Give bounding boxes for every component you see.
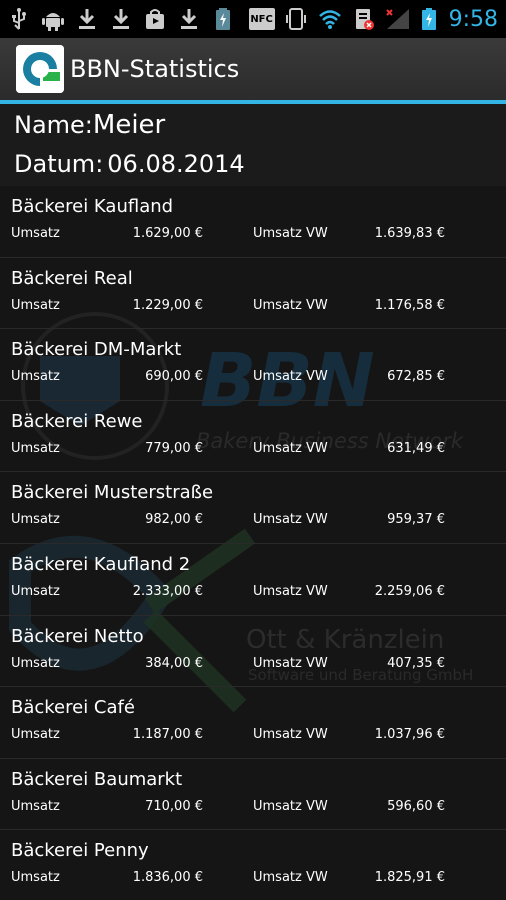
umsatz-vw-value: 1.176,58 € — [374, 297, 445, 313]
status-bar: NFC 9:58 — [0, 0, 506, 38]
battery-small-icon — [216, 8, 230, 30]
branch-name: Bäckerei Kaufland 2 — [11, 553, 191, 575]
umsatz-vw-value: 1.037,96 € — [374, 727, 445, 743]
date-value: 06.08.2014 — [107, 150, 245, 178]
name-value: Meier — [92, 110, 166, 140]
android-icon — [42, 13, 64, 31]
umsatz-value: 982,00 € — [145, 512, 203, 528]
battery-charging-icon — [421, 8, 436, 30]
clock-time: 9:58 — [448, 6, 498, 32]
name-row: Name: Meier — [14, 110, 165, 140]
umsatz-vw-value: 2.259,06 € — [374, 583, 445, 599]
phone-vibrate-icon — [285, 8, 306, 30]
umsatz-value: 690,00 € — [145, 369, 203, 385]
sim-error-icon — [355, 9, 374, 30]
branch-name: Bäckerei Café — [11, 697, 135, 719]
app-logo-icon[interactable] — [16, 45, 64, 93]
list-item[interactable]: Bäckerei Rewe Umsatz 779,00 € Umsatz VW 631,… — [0, 401, 506, 473]
report-header: Name: Meier Datum: 06.08.2014 — [0, 104, 506, 186]
umsatz-vw-value: 631,49 € — [387, 440, 445, 456]
list-item[interactable]: Bäckerei Musterstraße Umsatz 982,00 € Umsat… — [0, 472, 506, 544]
nfc-label: NFC — [250, 13, 273, 25]
name-label: Name: — [14, 111, 93, 139]
umsatz-vw-value: 407,35 € — [387, 655, 445, 671]
list-item[interactable]: Bäckerei Real Umsatz 1.229,00 € Umsatz VW 1.… — [0, 258, 506, 330]
date-row: Datum: 06.08.2014 — [14, 150, 245, 178]
list-item[interactable]: Bäckerei Baumarkt Umsatz 710,00 € Umsatz VW… — [0, 759, 506, 831]
umsatz-value: 1.229,00 € — [132, 297, 203, 313]
branch-name: Bäckerei DM-Markt — [11, 339, 182, 361]
umsatz-vw-value: 959,37 € — [387, 512, 445, 528]
list-item[interactable]: Bäckerei Penny Umsatz 1.836,00 € Umsatz VW 1… — [0, 830, 506, 900]
umsatz-vw-value: 1.639,83 € — [374, 226, 445, 241]
shopping-bag-icon — [146, 9, 164, 29]
download-icon — [113, 9, 129, 29]
umsatz-value: 2.333,00 € — [132, 583, 203, 599]
umsatz-vw-value: 672,85 € — [387, 369, 445, 385]
list-item[interactable]: Bäckerei Kaufland 2 Umsatz 2.333,00 € Umsat… — [0, 544, 506, 616]
branch-name: Bäckerei Musterstraße — [11, 482, 214, 504]
umsatz-value: 1.836,00 € — [132, 870, 203, 886]
nfc-icon: NFC — [248, 8, 275, 30]
branch-name: Bäckerei Penny — [11, 840, 149, 862]
umsatz-value: 779,00 € — [145, 440, 203, 456]
date-label: Datum: — [14, 150, 104, 178]
umsatz-value: 1.187,00 € — [132, 727, 203, 743]
list-item[interactable]: Bäckerei Café Umsatz 1.187,00 € Umsatz VW 1.… — [0, 687, 506, 759]
branch-name: Bäckerei Netto — [11, 625, 144, 647]
download-icon — [181, 9, 197, 29]
umsatz-vw-value: 596,60 € — [387, 798, 445, 814]
umsatz-value: 710,00 € — [145, 798, 203, 814]
download-icon — [79, 9, 95, 29]
signal-icon — [385, 9, 409, 29]
list-items: Bäckerei Kaufland Umsatz 1.629,00 € Umsatz … — [0, 186, 506, 900]
branch-name: Bäckerei Real — [11, 267, 133, 289]
umsatz-value: 1.629,00 € — [132, 226, 203, 241]
branch-name: Bäckerei Kaufland — [11, 196, 174, 217]
branch-name: Bäckerei Baumarkt — [11, 768, 183, 790]
umsatz-vw-value: 1.825,91 € — [374, 870, 445, 886]
usb-icon — [12, 8, 26, 30]
list-item[interactable]: Bäckerei Kaufland Umsatz 1.629,00 € Umsatz … — [0, 186, 506, 258]
action-bar: BBN-Statistics — [0, 38, 506, 100]
app-title: BBN-Statistics — [70, 55, 240, 83]
wifi-icon — [318, 10, 341, 29]
branch-name: Bäckerei Rewe — [11, 410, 143, 432]
umsatz-value: 384,00 € — [145, 655, 203, 671]
list-item[interactable]: Bäckerei Netto Umsatz 384,00 € Umsatz VW 407… — [0, 616, 506, 688]
list-item[interactable]: Bäckerei DM-Markt Umsatz 690,00 € Umsatz VW… — [0, 329, 506, 401]
branch-list[interactable]: BBN Bakery Business Network Ott & Kränzl… — [0, 186, 506, 900]
